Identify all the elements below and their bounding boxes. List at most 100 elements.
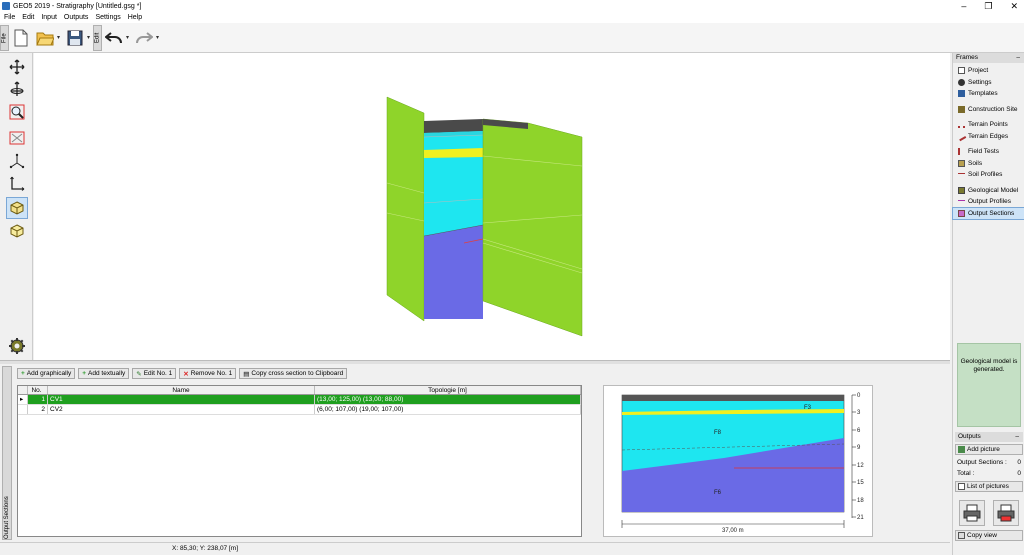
frame-output-profiles[interactable]: Output Profiles [953, 196, 1024, 208]
frame-project[interactable]: Project [953, 65, 1024, 77]
depth-tick-9: 9 [857, 445, 861, 451]
add-picture-button[interactable]: Add picture [955, 444, 1023, 455]
row-pointer-icon [18, 405, 28, 414]
new-file-button[interactable] [10, 27, 32, 49]
menu-file[interactable]: File [4, 14, 15, 21]
view-3d-alt-button[interactable] [6, 220, 28, 242]
window-title: GEO5 2019 - Stratigraphy [Untitled.gsg *… [13, 2, 142, 10]
frame-field-tests[interactable]: Field Tests [953, 146, 1024, 158]
model-generated-message: Geological model is generated. [957, 343, 1021, 427]
zoom-icon [9, 104, 25, 120]
remove-button[interactable]: ✕ Remove No. 1 [179, 368, 237, 379]
redo-dropdown-icon[interactable]: ▾ [156, 34, 162, 41]
open-dropdown-icon[interactable]: ▾ [57, 34, 63, 41]
add-graphically-button[interactable]: + Add graphically [17, 368, 76, 379]
row-topology: (6,00; 107,00) (19,00; 107,00) [315, 405, 581, 414]
geological-model-icon [958, 186, 965, 194]
axes-3d-button[interactable] [6, 150, 28, 172]
settings-tool-button[interactable] [6, 335, 28, 357]
file-toolbar-tab[interactable]: File [0, 24, 9, 51]
menu-settings[interactable]: Settings [95, 14, 120, 21]
row-name: CV2 [48, 405, 315, 414]
close-button[interactable]: ✕ [1010, 0, 1018, 12]
table-row[interactable]: 2 CV2 (6,00; 107,00) (19,00; 107,00) [18, 405, 581, 415]
redo-button[interactable] [133, 27, 155, 49]
model-panel-back-left [386, 96, 425, 322]
frame-label: Construction Site [968, 105, 1018, 113]
copy-view-button[interactable]: Copy view [955, 530, 1023, 541]
undo-button[interactable] [103, 27, 125, 49]
menu-outputs[interactable]: Outputs [64, 14, 89, 21]
frames-title: Frames [956, 54, 979, 61]
redo-icon [136, 31, 153, 43]
output-profiles-icon [958, 199, 965, 207]
model-3d-viewport[interactable] [34, 53, 950, 360]
print-export-button[interactable] [993, 500, 1019, 526]
open-folder-icon [36, 32, 54, 45]
copy-icon [958, 532, 965, 539]
cross-section-preview[interactable]: F3 F8 F6 0 3 6 9 12 15 18 21 37,00 m [603, 385, 873, 537]
fit-view-button[interactable] [6, 127, 28, 149]
frame-construction-site[interactable]: Construction Site [953, 104, 1024, 116]
frame-label: Soils [968, 159, 983, 167]
save-icon [67, 30, 83, 45]
output-sections-icon [958, 209, 965, 217]
frame-label: Settings [968, 78, 992, 86]
depth-tick-6: 6 [857, 428, 861, 434]
print-button[interactable] [959, 500, 985, 526]
depth-tick-21: 21 [857, 515, 864, 521]
menu-help[interactable]: Help [128, 14, 142, 21]
frame-terrain-points[interactable]: Terrain Points [953, 119, 1024, 131]
frame-geological-model[interactable]: Geological Model [953, 185, 1024, 197]
list-of-pictures-button[interactable]: List of pictures [955, 481, 1023, 492]
maximize-button[interactable]: ❐ [984, 0, 992, 12]
total-count: 0 [1017, 470, 1021, 477]
clipboard-icon: ▤ [243, 370, 250, 378]
frame-soils[interactable]: Soils [953, 158, 1024, 170]
frames-header: Frames – [953, 53, 1024, 63]
output-sections-count-row: Output Sections : 0 [955, 457, 1023, 468]
row-name: CV1 [48, 395, 315, 404]
edit-button[interactable]: ✎ Edit No. 1 [132, 368, 177, 379]
frame-output-sections[interactable]: Output Sections [952, 206, 1024, 220]
move-tool-button[interactable] [6, 56, 28, 78]
col-topology: Topologie [m] [315, 386, 581, 394]
save-button[interactable] [64, 27, 86, 49]
axes-2d-button[interactable] [6, 172, 28, 194]
frame-label: Terrain Edges [968, 132, 1009, 140]
col-name: Name [48, 386, 315, 394]
edit-toolbar-tab[interactable]: Edit [93, 24, 102, 51]
output-sections-vertical-tab[interactable]: Output Sections [2, 366, 12, 540]
outputs-collapse-button[interactable]: – [1015, 432, 1019, 442]
layer-label-f8: F8 [714, 430, 722, 436]
menu-input[interactable]: Input [41, 14, 57, 21]
frame-templates[interactable]: Templates [953, 88, 1024, 100]
table-row[interactable]: ▸ 1 CV1 (13,00; 125,00) (13,00; 88,00) [18, 395, 581, 405]
title-bar: GEO5 2019 - Stratigraphy [Untitled.gsg *… [0, 0, 1024, 12]
undo-dropdown-icon[interactable]: ▾ [126, 34, 132, 41]
add-picture-label: Add picture [967, 446, 1000, 453]
frame-terrain-edges[interactable]: Terrain Edges [953, 131, 1024, 143]
open-file-button[interactable] [34, 27, 56, 49]
add-textually-button[interactable]: + Add textually [78, 368, 130, 379]
printer-export-icon [997, 504, 1015, 522]
frames-collapse-button[interactable]: – [1016, 53, 1020, 63]
menu-edit[interactable]: Edit [22, 14, 34, 21]
frame-soil-profiles[interactable]: Soil Profiles [953, 169, 1024, 181]
zoom-tool-button[interactable] [6, 101, 28, 123]
frame-settings[interactable]: Settings [953, 77, 1024, 89]
rotate-tool-button[interactable] [6, 78, 28, 100]
outputs-header: Outputs – [955, 432, 1023, 442]
outputs-title: Outputs [958, 433, 981, 440]
picture-icon [958, 446, 965, 453]
axes-2d-icon [10, 176, 25, 191]
total-count-row: Total : 0 [955, 468, 1023, 479]
document-icon [958, 67, 965, 75]
soils-icon [958, 159, 965, 167]
view-3d-button[interactable] [6, 197, 28, 219]
minimize-button[interactable]: – [961, 0, 966, 12]
sections-toolbar: + Add graphically + Add textually ✎ Edit No… [17, 368, 348, 379]
col-no: No. [28, 386, 48, 394]
copy-cross-section-button[interactable]: ▤ Copy cross section to Clipboard [239, 368, 348, 379]
remove-label: Remove No. 1 [190, 370, 233, 377]
